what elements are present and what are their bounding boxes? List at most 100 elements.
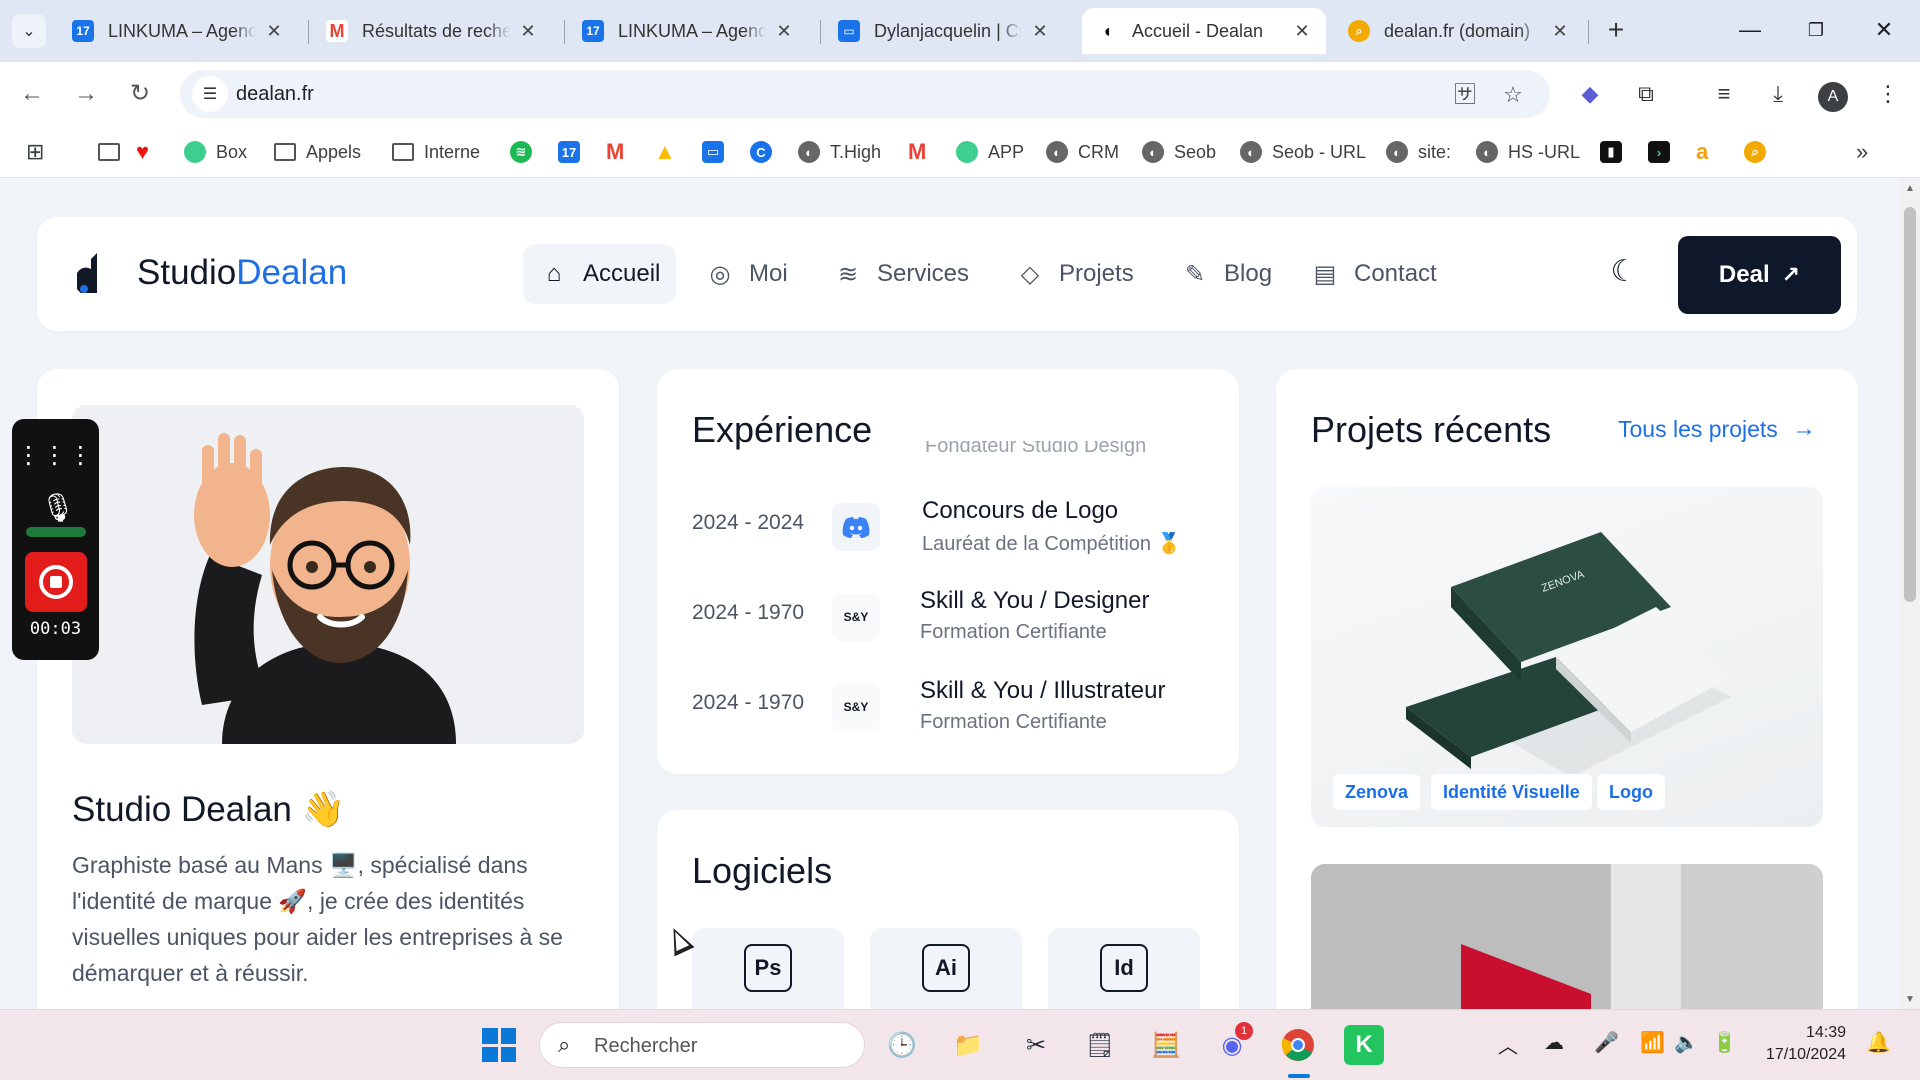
spotify-icon[interactable]: ≋ [510,138,542,166]
bookmark-site[interactable]: ◐ site: [1386,138,1451,166]
drive-icon[interactable]: ▲ [654,138,676,166]
onedrive-cloud-icon[interactable]: ☁ [1544,1030,1564,1055]
wifi-icon[interactable]: 📶 [1640,1030,1665,1055]
bookmark-thigh[interactable]: ◐ T.High [798,138,881,166]
amazon-icon[interactable]: a [1696,138,1708,166]
file-explorer-icon[interactable]: 📁 [948,1025,988,1065]
bookmark-appels[interactable]: Appels [274,138,361,166]
chrome-icon[interactable] [1278,1025,1318,1065]
taskbar-search[interactable]: ⌕ Rechercher [539,1022,865,1068]
software-tile[interactable]: Ai [870,928,1022,1009]
gmail-icon[interactable]: M [606,138,624,166]
software-tile[interactable]: Ps [692,928,844,1009]
calendar-icon: 17 [72,20,94,42]
k-app-icon[interactable]: K [1344,1025,1384,1065]
system-clock[interactable]: 14:39 17/10/2024 [1758,1022,1846,1066]
clock-app-icon[interactable]: 🕒 [882,1025,922,1065]
tab-search-dropdown[interactable]: ⌄ [12,14,46,48]
studio-dealan-logo-icon[interactable] [77,253,107,293]
snipping-tool-icon[interactable]: ✂ [1016,1025,1056,1065]
grip-dots-icon[interactable]: ⋮⋮⋮ [12,441,99,470]
media-control-icon[interactable]: ≡ [1706,76,1742,112]
calendar-icon[interactable]: 17 [558,138,590,166]
software-tile[interactable]: Id [1048,928,1200,1009]
project-thumbnail-zenova[interactable]: ZENOVA Zenova Identité Visuelle Logo [1311,487,1823,827]
close-window-button[interactable]: ✕ [1864,12,1904,48]
tab-linkuma-1[interactable]: 17 LINKUMA – Agenda ✕ [58,8,298,54]
close-icon[interactable]: ✕ [1292,21,1312,42]
site-info-icon[interactable]: ☰ [192,76,228,112]
all-projects-link[interactable]: Tous les projets → [1618,415,1816,443]
minimize-button[interactable]: — [1730,12,1770,48]
deal-button[interactable]: Deal ↗ [1678,236,1841,314]
terminal-icon[interactable]: › [1648,138,1680,166]
bookmark-seob[interactable]: ◐ Seob [1142,138,1216,166]
project-tag[interactable]: Zenova [1333,774,1421,810]
dark-mode-moon-icon[interactable]: ☾ [1607,255,1641,289]
tray-microphone-icon[interactable]: 🎤 [1594,1030,1619,1055]
reload-button[interactable]: ↻ [122,76,158,112]
bookmark-star-icon[interactable]: ☆ [1498,80,1528,110]
chat-icon[interactable]: ▭ [702,138,734,166]
url-text[interactable]: dealan.fr [236,83,314,106]
tab-linkuma-2[interactable]: 17 LINKUMA – Agenda ✕ [568,8,808,54]
nav-contact[interactable]: ▤ Contact [1294,244,1453,304]
project-tag[interactable]: Identité Visuelle [1431,774,1592,810]
download-icon[interactable]: ⤓ [1760,76,1796,112]
nav-accueil[interactable]: ⌂ Accueil [523,244,677,304]
page-scrollbar[interactable]: ▲ ▼ [1900,179,1920,1009]
close-icon[interactable]: ✕ [1550,21,1570,42]
address-bar[interactable]: ☰ dealan.fr 🈂 ☆ [180,70,1550,118]
bookmark-app[interactable]: APP [956,138,1024,166]
forward-button[interactable]: → [68,76,104,112]
close-icon[interactable]: ✕ [264,21,284,42]
extension-d-icon[interactable]: ◆ [1572,76,1608,112]
pen-icon: ✎ [1184,260,1206,288]
bookmark-seob-url[interactable]: ◐ Seob - URL [1240,138,1366,166]
tab-accueil-dealan[interactable]: ◖ Accueil - Dealan ✕ [1082,8,1326,54]
calculator-icon[interactable]: 🧮 [1146,1025,1186,1065]
magnify-icon[interactable]: ⌕ [1744,138,1776,166]
restore-button[interactable]: ❐ [1796,12,1836,48]
notepad-icon[interactable]: 🗒 [1080,1025,1120,1065]
microphone-icon[interactable]: 🎙 [40,491,76,531]
nav-blog[interactable]: ✎ Blog [1164,244,1288,304]
stop-recording-button[interactable] [25,552,87,612]
close-icon[interactable]: ✕ [518,21,538,42]
bookmark-icon-1[interactable]: ▮ [1600,138,1632,166]
windows-start-icon[interactable] [482,1028,516,1062]
nav-moi[interactable]: ◎ Moi [689,244,804,304]
extensions-puzzle-icon[interactable]: ⧉ [1628,76,1664,112]
gmail-icon[interactable]: M [908,138,926,166]
more-bookmarks-icon[interactable]: » [1856,138,1868,166]
experience-item: 2024 - 2024 Concours de Logo Lauréat de … [692,497,1182,555]
bookmark-hs-url[interactable]: ◐ HS -URL [1476,138,1580,166]
project-thumbnail-2[interactable] [1311,864,1823,1009]
volume-icon[interactable]: 🔈 [1674,1030,1699,1055]
translate-icon[interactable]: 🈂 [1450,80,1480,110]
scrollbar-thumb[interactable] [1904,207,1916,602]
apps-grid-icon[interactable]: ⊞ [26,138,44,166]
tray-chevron-icon[interactable]: ︿ [1498,1030,1518,1059]
bookmark-folder[interactable] [98,138,130,166]
circle-c-icon[interactable]: C [750,138,782,166]
bookmark-interne[interactable]: Interne [392,138,480,166]
bookmark-crm[interactable]: ◐ CRM [1046,138,1119,166]
menu-kebab-icon[interactable]: ⋮ [1870,76,1906,112]
notification-bell-icon[interactable]: 🔔 [1866,1030,1891,1055]
back-button[interactable]: ← [14,76,50,112]
tab-dealan-domain[interactable]: ⌕ dealan.fr (domain) ✕ [1334,8,1584,54]
bookmark-box[interactable]: Box [184,138,247,166]
tab-dylanjacquelin[interactable]: ▭ Dylanjacquelin | Cr ✕ [824,8,1064,54]
nav-services[interactable]: ≋ Services [817,244,985,304]
profile-avatar[interactable]: A [1818,82,1848,112]
project-tag[interactable]: Logo [1597,774,1665,810]
tab-gmail-results[interactable]: M Résultats de recherche ✕ [312,8,552,54]
close-icon[interactable]: ✕ [774,21,794,42]
heart-icon[interactable]: ♥ [136,138,149,166]
new-tab-button[interactable]: + [1598,12,1634,48]
nav-projets[interactable]: ◇ Projets [999,244,1150,304]
close-icon[interactable]: ✕ [1030,21,1050,42]
battery-icon[interactable]: 🔋 [1712,1030,1737,1055]
site-logo-text[interactable]: StudioDealan [137,253,347,293]
